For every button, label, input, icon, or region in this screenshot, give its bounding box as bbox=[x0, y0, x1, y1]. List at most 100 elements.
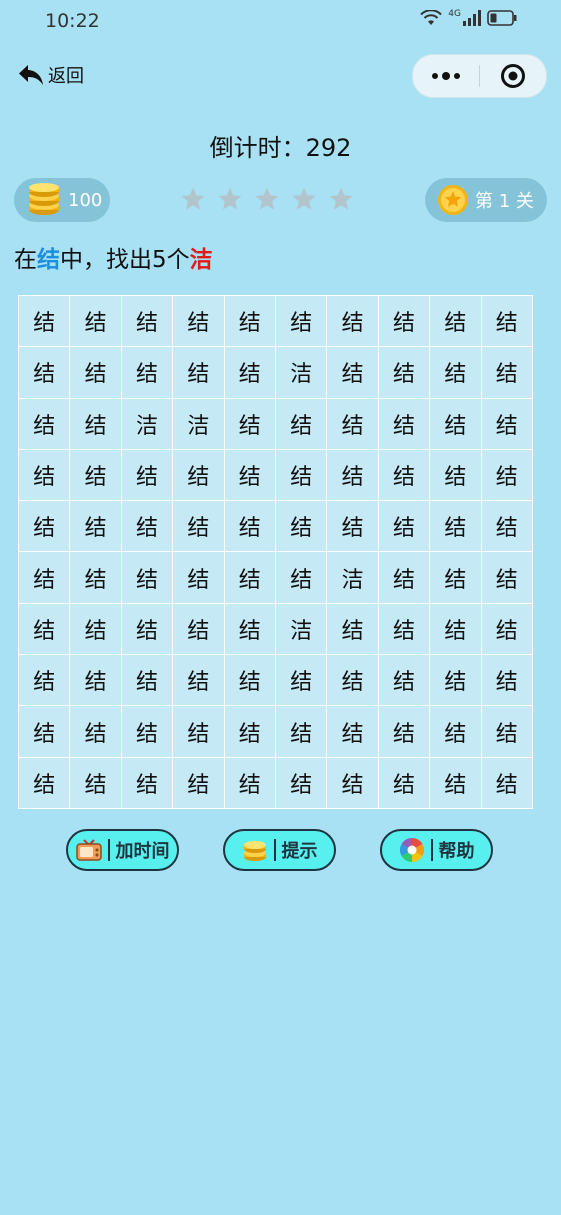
grid-cell[interactable]: 结 bbox=[224, 757, 275, 808]
grid-cell[interactable]: 结 bbox=[70, 347, 121, 398]
grid-cell[interactable]: 结 bbox=[378, 757, 430, 808]
grid-cell[interactable]: 结 bbox=[276, 296, 327, 347]
grid-cell[interactable]: 结 bbox=[378, 655, 430, 706]
grid-cell[interactable]: 结 bbox=[70, 296, 121, 347]
grid-cell[interactable]: 结 bbox=[481, 398, 532, 449]
grid-cell[interactable]: 洁 bbox=[121, 398, 173, 449]
grid-cell[interactable]: 结 bbox=[173, 296, 224, 347]
grid-cell[interactable]: 结 bbox=[481, 603, 532, 655]
grid-cell[interactable]: 结 bbox=[430, 449, 481, 501]
grid-cell[interactable]: 结 bbox=[327, 398, 378, 449]
grid-cell[interactable]: 结 bbox=[224, 296, 275, 347]
grid-cell[interactable]: 结 bbox=[276, 706, 327, 757]
grid-cell[interactable]: 洁 bbox=[276, 603, 327, 655]
more-button[interactable] bbox=[413, 55, 479, 97]
grid-cell[interactable]: 结 bbox=[224, 347, 275, 398]
grid-cell[interactable]: 结 bbox=[481, 706, 532, 757]
grid-cell[interactable]: 结 bbox=[276, 398, 327, 449]
grid-cell[interactable]: 结 bbox=[430, 398, 481, 449]
grid-cell[interactable]: 结 bbox=[430, 296, 481, 347]
grid-cell[interactable]: 结 bbox=[121, 296, 173, 347]
grid-cell[interactable]: 结 bbox=[70, 398, 121, 449]
grid-cell[interactable]: 结 bbox=[19, 501, 70, 552]
close-mini-program-button[interactable] bbox=[480, 55, 546, 97]
grid-cell[interactable]: 结 bbox=[173, 603, 224, 655]
grid-cell[interactable]: 结 bbox=[481, 449, 532, 501]
grid-cell[interactable]: 结 bbox=[327, 603, 378, 655]
grid-cell[interactable]: 结 bbox=[70, 655, 121, 706]
grid-cell[interactable]: 结 bbox=[224, 552, 275, 603]
grid-cell[interactable]: 结 bbox=[430, 603, 481, 655]
grid-cell[interactable]: 结 bbox=[378, 296, 430, 347]
grid-cell[interactable]: 结 bbox=[224, 603, 275, 655]
grid-cell[interactable]: 结 bbox=[121, 347, 173, 398]
grid-cell[interactable]: 结 bbox=[121, 552, 173, 603]
grid-cell[interactable]: 结 bbox=[430, 757, 481, 808]
grid-cell[interactable]: 结 bbox=[430, 347, 481, 398]
grid-cell[interactable]: 结 bbox=[121, 449, 173, 501]
grid-cell[interactable]: 结 bbox=[481, 501, 532, 552]
grid-cell[interactable]: 结 bbox=[276, 449, 327, 501]
grid-cell[interactable]: 结 bbox=[121, 757, 173, 808]
grid-cell[interactable]: 结 bbox=[224, 398, 275, 449]
grid-cell[interactable]: 结 bbox=[481, 347, 532, 398]
grid-cell[interactable]: 洁 bbox=[173, 398, 224, 449]
grid-cell[interactable]: 结 bbox=[481, 552, 532, 603]
grid-cell[interactable]: 结 bbox=[430, 501, 481, 552]
grid-cell[interactable]: 结 bbox=[430, 655, 481, 706]
grid-cell[interactable]: 结 bbox=[276, 501, 327, 552]
grid-cell[interactable]: 结 bbox=[121, 706, 173, 757]
grid-cell[interactable]: 结 bbox=[430, 706, 481, 757]
help-button[interactable]: 帮助 bbox=[380, 829, 493, 871]
grid-cell[interactable]: 结 bbox=[173, 655, 224, 706]
grid-cell[interactable]: 结 bbox=[224, 655, 275, 706]
grid-cell[interactable]: 结 bbox=[19, 449, 70, 501]
grid-cell[interactable]: 结 bbox=[70, 706, 121, 757]
grid-cell[interactable]: 结 bbox=[378, 501, 430, 552]
grid-cell[interactable]: 结 bbox=[378, 603, 430, 655]
grid-cell[interactable]: 结 bbox=[121, 603, 173, 655]
grid-cell[interactable]: 结 bbox=[327, 706, 378, 757]
grid-cell[interactable]: 结 bbox=[70, 501, 121, 552]
grid-cell[interactable]: 结 bbox=[327, 501, 378, 552]
hint-button[interactable]: 提示 bbox=[223, 829, 336, 871]
grid-cell[interactable]: 结 bbox=[121, 501, 173, 552]
grid-cell[interactable]: 结 bbox=[378, 398, 430, 449]
add-time-button[interactable]: 加时间 bbox=[66, 829, 179, 871]
grid-cell[interactable]: 结 bbox=[481, 757, 532, 808]
grid-cell[interactable]: 结 bbox=[276, 757, 327, 808]
grid-cell[interactable]: 结 bbox=[224, 449, 275, 501]
grid-cell[interactable]: 结 bbox=[378, 552, 430, 603]
grid-cell[interactable]: 结 bbox=[481, 296, 532, 347]
grid-cell[interactable]: 结 bbox=[276, 552, 327, 603]
grid-cell[interactable]: 结 bbox=[19, 398, 70, 449]
grid-cell[interactable]: 结 bbox=[224, 706, 275, 757]
grid-cell[interactable]: 结 bbox=[430, 552, 481, 603]
grid-cell[interactable]: 结 bbox=[173, 347, 224, 398]
grid-cell[interactable]: 结 bbox=[327, 757, 378, 808]
grid-cell[interactable]: 结 bbox=[173, 552, 224, 603]
grid-cell[interactable]: 结 bbox=[19, 655, 70, 706]
grid-cell[interactable]: 结 bbox=[327, 449, 378, 501]
grid-cell[interactable]: 结 bbox=[70, 449, 121, 501]
grid-cell[interactable]: 结 bbox=[70, 603, 121, 655]
grid-cell[interactable]: 结 bbox=[173, 757, 224, 808]
grid-cell[interactable]: 结 bbox=[378, 347, 430, 398]
grid-cell[interactable]: 结 bbox=[378, 449, 430, 501]
grid-cell[interactable]: 结 bbox=[224, 501, 275, 552]
grid-cell[interactable]: 结 bbox=[276, 655, 327, 706]
back-button[interactable]: 返回 bbox=[18, 62, 84, 88]
grid-cell[interactable]: 结 bbox=[70, 757, 121, 808]
grid-cell[interactable]: 结 bbox=[19, 347, 70, 398]
grid-cell[interactable]: 结 bbox=[19, 552, 70, 603]
grid-cell[interactable]: 结 bbox=[19, 706, 70, 757]
grid-cell[interactable]: 结 bbox=[19, 603, 70, 655]
grid-cell[interactable]: 结 bbox=[327, 296, 378, 347]
grid-cell[interactable]: 结 bbox=[19, 757, 70, 808]
grid-cell[interactable]: 结 bbox=[173, 706, 224, 757]
grid-cell[interactable]: 结 bbox=[173, 501, 224, 552]
grid-cell[interactable]: 结 bbox=[173, 449, 224, 501]
grid-cell[interactable]: 洁 bbox=[276, 347, 327, 398]
grid-cell[interactable]: 结 bbox=[327, 655, 378, 706]
grid-cell[interactable]: 结 bbox=[481, 655, 532, 706]
